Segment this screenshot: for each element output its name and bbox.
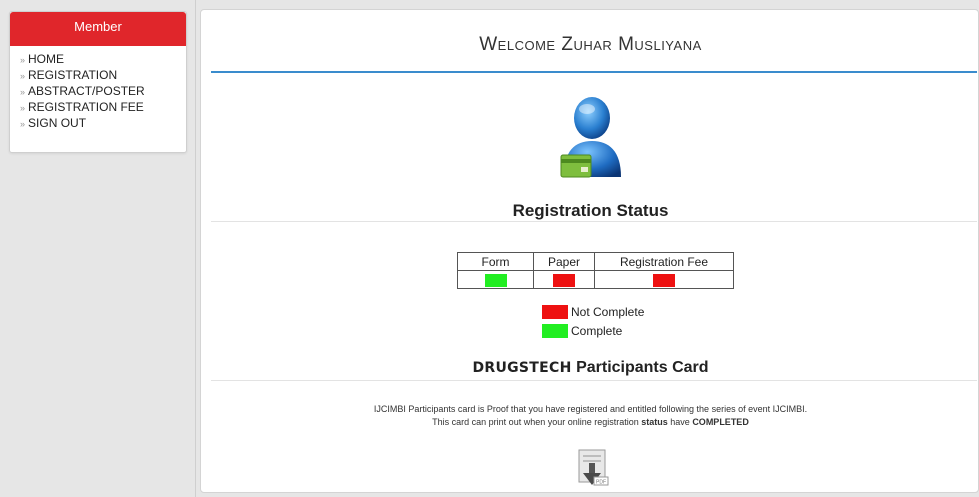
sidebar-item-label: SIGN OUT xyxy=(28,116,87,130)
sidebar-item-sign-out[interactable]: » SIGN OUT xyxy=(20,116,186,132)
status-swatch-not-complete xyxy=(653,273,675,287)
status-swatch-complete xyxy=(484,273,507,287)
card-description: IJCIMBI Participants card is Proof that … xyxy=(201,403,979,429)
bullet-icon: » xyxy=(20,55,26,65)
bullet-icon: » xyxy=(20,87,26,97)
sidebar-item-label: ABSTRACT/POSTER xyxy=(28,84,145,98)
bullet-icon: » xyxy=(20,71,26,81)
bullet-icon: » xyxy=(20,103,26,113)
status-cell-form xyxy=(457,270,534,289)
user-avatar-icon xyxy=(560,97,621,178)
member-sidebar: Member » HOME » REGISTRATION » ABSTRACT/POS… xyxy=(9,11,187,153)
section-divider xyxy=(211,221,977,222)
bullet-icon: » xyxy=(20,119,26,129)
sidebar-item-home[interactable]: » HOME xyxy=(20,52,186,68)
section-divider xyxy=(211,380,977,381)
title-divider xyxy=(211,71,977,73)
legend-label: Not Complete xyxy=(571,304,645,319)
legend-swatch-red xyxy=(542,304,568,319)
desc-completed-word: COMPLETED xyxy=(692,417,749,427)
table-status-row xyxy=(457,270,734,289)
welcome-title: Welcome Zuhar Musliyana xyxy=(479,34,702,55)
participants-card-title: DRUGSTECH Participants Card xyxy=(201,359,979,377)
main-panel: Welcome Zuhar Musliyana Registration Sta… xyxy=(200,9,979,493)
legend-complete: Complete xyxy=(542,321,644,340)
legend-swatch-green xyxy=(542,323,568,338)
registration-status-table: Form Paper Registration Fee xyxy=(457,252,734,289)
header-paper: Paper xyxy=(533,252,595,271)
sidebar-item-label: REGISTRATION FEE xyxy=(28,100,144,114)
brand-name: DRUGSTECH xyxy=(472,360,572,376)
sidebar-item-label: HOME xyxy=(28,52,65,66)
legend-label: Complete xyxy=(571,323,623,338)
status-cell-paper xyxy=(533,270,595,289)
sidebar-menu: » HOME » REGISTRATION » ABSTRACT/POSTER » RE… xyxy=(10,46,186,132)
desc-text: This card can print out when your online… xyxy=(432,417,642,427)
status-cell-registration-fee xyxy=(594,270,734,289)
header-form: Form xyxy=(457,252,534,271)
sidebar-header: Member xyxy=(10,12,186,46)
desc-status-word: status xyxy=(641,417,668,427)
card-desc-line2: This card can print out when your online… xyxy=(201,416,979,429)
sidebar-item-label: REGISTRATION xyxy=(28,68,118,82)
sidebar-item-registration-fee[interactable]: » REGISTRATION FEE xyxy=(20,100,186,116)
card-desc-line1: IJCIMBI Participants card is Proof that … xyxy=(373,404,808,414)
status-legend: Not Complete Complete xyxy=(542,302,644,340)
card-title-text: Participants Card xyxy=(576,359,709,376)
sidebar-divider xyxy=(195,0,196,497)
header-registration-fee: Registration Fee xyxy=(594,252,734,271)
registration-status-title: Registration Status xyxy=(512,201,669,220)
sidebar-item-registration[interactable]: » REGISTRATION xyxy=(20,68,186,84)
desc-text: have xyxy=(667,417,693,427)
table-header-row: Form Paper Registration Fee xyxy=(457,252,734,271)
sidebar-item-abstract-poster[interactable]: » ABSTRACT/POSTER xyxy=(20,84,186,100)
legend-not-complete: Not Complete xyxy=(542,302,644,321)
pdf-download-icon[interactable]: PDF xyxy=(570,447,612,489)
svg-text:PDF: PDF xyxy=(596,480,606,486)
status-swatch-not-complete xyxy=(553,273,575,287)
